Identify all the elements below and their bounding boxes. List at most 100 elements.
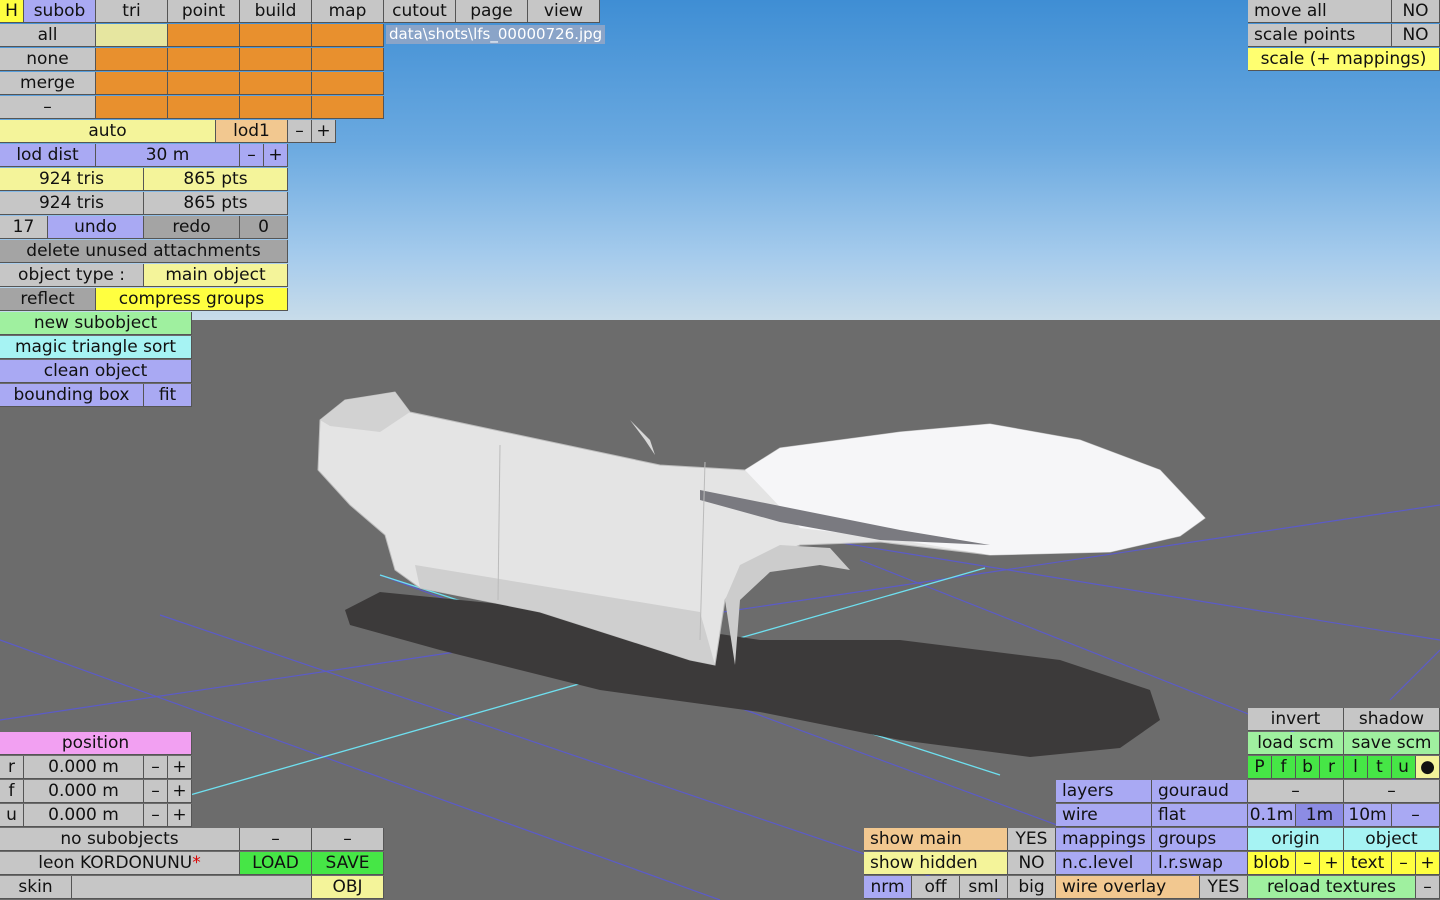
tab-point[interactable]: point: [168, 0, 240, 23]
dot-icon[interactable]: ●: [1416, 756, 1440, 779]
blob-plus-button[interactable]: +: [1320, 852, 1344, 875]
invert-button[interactable]: invert: [1248, 708, 1344, 731]
dash-button[interactable]: –: [0, 96, 96, 119]
subobject-dash-button[interactable]: –: [240, 828, 312, 851]
obj-button[interactable]: OBJ: [312, 876, 384, 899]
subobject-slot[interactable]: [240, 96, 312, 119]
delete-unused-attachments-button[interactable]: delete unused attachments: [0, 240, 288, 263]
text-button[interactable]: text: [1344, 852, 1392, 875]
mappings-button[interactable]: mappings: [1056, 828, 1152, 851]
wire-overlay-toggle[interactable]: YES: [1200, 876, 1248, 899]
reload-textures-button[interactable]: reload textures: [1248, 876, 1416, 899]
subobject-slot[interactable]: [240, 72, 312, 95]
axis-f-plus-button[interactable]: +: [168, 780, 192, 803]
show-hidden-toggle[interactable]: NO: [1008, 852, 1056, 875]
axis-f-minus-button[interactable]: –: [144, 780, 168, 803]
compress-groups-button[interactable]: compress groups: [96, 288, 288, 311]
axis-u-value[interactable]: 0.000 m: [24, 804, 144, 827]
normals-off-button[interactable]: off: [912, 876, 960, 899]
skin-input[interactable]: [72, 876, 312, 899]
move-all-toggle[interactable]: NO: [1392, 0, 1440, 23]
scale-mappings-button[interactable]: scale (+ mappings): [1248, 48, 1440, 71]
save-button[interactable]: SAVE: [312, 852, 384, 875]
wire-button[interactable]: wire: [1056, 804, 1152, 827]
load-button[interactable]: LOAD: [240, 852, 312, 875]
subobject-slot[interactable]: [96, 48, 168, 71]
axis-r-minus-button[interactable]: –: [144, 756, 168, 779]
text-minus-button[interactable]: –: [1392, 852, 1416, 875]
object-button[interactable]: object: [1344, 828, 1440, 851]
subobject-slot[interactable]: [312, 72, 384, 95]
new-subobject-button[interactable]: new subobject: [0, 312, 192, 335]
view-u-button[interactable]: u: [1392, 756, 1416, 779]
subobject-slot[interactable]: [96, 72, 168, 95]
shadow-button[interactable]: shadow: [1344, 708, 1440, 731]
move-all-label[interactable]: move all: [1248, 0, 1392, 23]
magic-triangle-sort-button[interactable]: magic triangle sort: [0, 336, 192, 359]
show-main-label[interactable]: show main: [864, 828, 1008, 851]
view-f-button[interactable]: f: [1272, 756, 1296, 779]
clean-object-button[interactable]: clean object: [0, 360, 192, 383]
subobject-slot[interactable]: [312, 48, 384, 71]
subobject-slot[interactable]: [168, 72, 240, 95]
subobject-slot[interactable]: [168, 48, 240, 71]
reload-minus-button[interactable]: –: [1416, 876, 1440, 899]
lod-minus-button[interactable]: –: [288, 120, 312, 143]
tab-view[interactable]: view: [528, 0, 600, 23]
axis-r-plus-button[interactable]: +: [168, 756, 192, 779]
show-hidden-label[interactable]: show hidden: [864, 852, 1008, 875]
redo-button[interactable]: redo: [144, 216, 240, 239]
grid-10m-button[interactable]: 10m: [1344, 804, 1392, 827]
gouraud-button[interactable]: gouraud: [1152, 780, 1248, 803]
dash-button-left[interactable]: –: [1248, 780, 1344, 803]
axis-f-value[interactable]: 0.000 m: [24, 780, 144, 803]
bounding-box-button[interactable]: bounding box: [0, 384, 144, 407]
normals-nrm-button[interactable]: nrm: [864, 876, 912, 899]
grid-01m-button[interactable]: 0.1m: [1248, 804, 1296, 827]
subobject-slot[interactable]: [240, 24, 312, 47]
lod-dist-minus-button[interactable]: –: [240, 144, 264, 167]
view-b-button[interactable]: b: [1296, 756, 1320, 779]
flat-button[interactable]: flat: [1152, 804, 1248, 827]
grid-off-button[interactable]: –: [1392, 804, 1440, 827]
nc-level-button[interactable]: n.c.level: [1056, 852, 1152, 875]
lod-dist-plus-button[interactable]: +: [264, 144, 288, 167]
object-type-value[interactable]: main object: [144, 264, 288, 287]
blob-minus-button[interactable]: –: [1296, 852, 1320, 875]
merge-button[interactable]: merge: [0, 72, 96, 95]
h-button[interactable]: H: [0, 0, 24, 23]
tab-tri[interactable]: tri: [96, 0, 168, 23]
author-name[interactable]: leon KORDONUNU*: [0, 852, 240, 875]
undo-button[interactable]: undo: [48, 216, 144, 239]
normals-sml-button[interactable]: sml: [960, 876, 1008, 899]
blob-button[interactable]: blob: [1248, 852, 1296, 875]
subobject-slot[interactable]: [312, 96, 384, 119]
lod-auto-button[interactable]: auto: [0, 120, 216, 143]
subobject-slot[interactable]: [168, 96, 240, 119]
layers-button[interactable]: layers: [1056, 780, 1152, 803]
text-plus-button[interactable]: +: [1416, 852, 1440, 875]
view-p-button[interactable]: P: [1248, 756, 1272, 779]
origin-button[interactable]: origin: [1248, 828, 1344, 851]
axis-u-plus-button[interactable]: +: [168, 804, 192, 827]
subobject-slot[interactable]: [96, 24, 168, 47]
subobject-slot[interactable]: [240, 48, 312, 71]
lod-level[interactable]: lod1: [216, 120, 288, 143]
subobject-dash-button-2[interactable]: –: [312, 828, 384, 851]
show-main-toggle[interactable]: YES: [1008, 828, 1056, 851]
groups-button[interactable]: groups: [1152, 828, 1248, 851]
tab-build[interactable]: build: [240, 0, 312, 23]
axis-u-minus-button[interactable]: –: [144, 804, 168, 827]
lod-plus-button[interactable]: +: [312, 120, 336, 143]
view-r-button[interactable]: r: [1320, 756, 1344, 779]
view-t-button[interactable]: t: [1368, 756, 1392, 779]
scale-points-toggle[interactable]: NO: [1392, 24, 1440, 47]
select-none-button[interactable]: none: [0, 48, 96, 71]
tab-cutout[interactable]: cutout: [384, 0, 456, 23]
lr-swap-button[interactable]: l.r.swap: [1152, 852, 1248, 875]
wire-overlay-label[interactable]: wire overlay: [1056, 876, 1200, 899]
subobject-slot[interactable]: [168, 24, 240, 47]
subobject-slot[interactable]: [96, 96, 168, 119]
select-all-button[interactable]: all: [0, 24, 96, 47]
lod-dist-value[interactable]: 30 m: [96, 144, 240, 167]
